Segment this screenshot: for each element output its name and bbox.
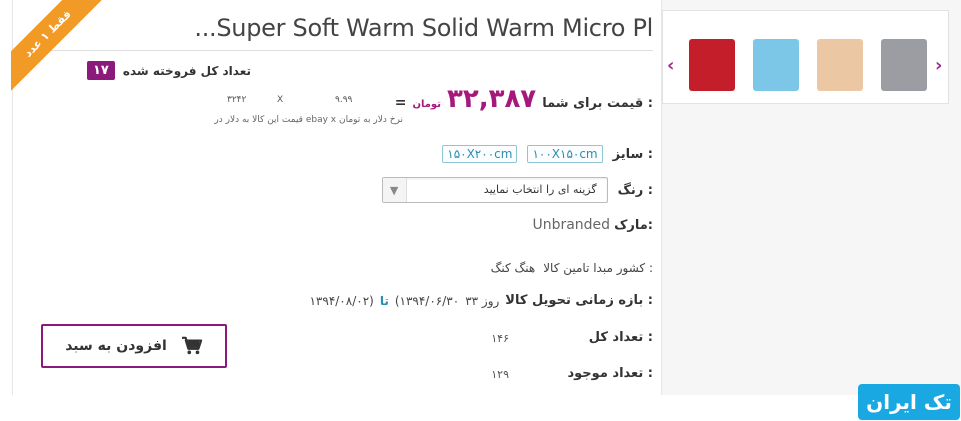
size-option-150x200[interactable]: ۱۵۰X۲۰۰cm (442, 145, 518, 163)
brand-value: Unbranded (532, 217, 611, 233)
price-formula-note: قیمت این کالا به دلار در ebay x نرخ دلار… (214, 115, 403, 125)
thumb-gray[interactable] (881, 39, 927, 91)
size-row: سایز : ۱۰۰X۱۵۰cm ۱۵۰X۲۰۰cm (442, 145, 653, 163)
delivery-row: بازه زمانی تحویل کالا : ۳۳ روز (۱۳۹۴/۰۶/… (309, 293, 653, 308)
origin-row: کشور مبدا تامین کالا : هنگ کنگ (491, 261, 653, 275)
add-to-cart-button[interactable]: افزودن به سبد (41, 324, 227, 368)
site-logo: تک ایران (858, 384, 960, 420)
thumb-beige[interactable] (817, 39, 863, 91)
calc-multiply: X (277, 95, 284, 105)
delivery-label: بازه زمانی تحویل کالا : (505, 293, 653, 308)
price-label: قیمت برای شما : (542, 96, 653, 111)
cart-icon (181, 336, 202, 355)
total-count-label: تعداد کل : (588, 330, 653, 345)
thumb-red[interactable] (689, 39, 735, 91)
stock-count-label: تعداد موجود : (567, 366, 653, 381)
ribbon-label: فقط ۱ عدد (11, 0, 107, 96)
stock-count-value: ۱۲۹ (491, 368, 509, 381)
brand-row: مارک: Unbranded (532, 217, 653, 233)
color-select-value: گزینه ای را انتخاب نمایید (483, 183, 597, 196)
size-label: سایز : (612, 146, 653, 162)
origin-value: هنگ کنگ (490, 261, 536, 275)
calc-rate: ۳۲۴۲ (227, 95, 247, 105)
color-row: رنگ : گزینه ای را انتخاب نمایید ▼ (381, 177, 653, 203)
origin-label: کشور مبدا تامین کالا : (543, 261, 653, 275)
total-count-value: ۱۴۶ (491, 332, 509, 345)
product-info-panel: ...Super Soft Warm Solid Warm Micro Pl ف… (11, 0, 662, 395)
calc-usd: ۹.۹۹ (335, 95, 353, 105)
price-value: ۳۲,۳۸۷ (446, 84, 537, 114)
delivery-to-date: ۱۳۹۴/۰۸/۰۲) (309, 293, 374, 308)
product-title: ...Super Soft Warm Solid Warm Micro Pl (194, 14, 653, 42)
color-label: رنگ : (617, 182, 653, 198)
title-divider (31, 50, 653, 51)
price-unit: تومان (412, 99, 441, 110)
price-equals: = (394, 95, 407, 111)
chevron-down-icon: ▼ (382, 178, 407, 202)
stock-ribbon: فقط ۱ عدد (11, 0, 107, 96)
size-option-100x150[interactable]: ۱۰۰X۱۵۰cm (527, 145, 603, 163)
add-to-cart-label: افزودن به سبد (65, 338, 167, 354)
delivery-to-word: تا (379, 293, 389, 308)
sold-count-badge: ۱۷ (87, 61, 115, 80)
thumb-lightblue[interactable] (753, 39, 799, 91)
gallery-next-arrow[interactable]: › (935, 55, 942, 76)
brand-label: مارک: (614, 217, 653, 233)
delivery-days: ۳۳ روز (465, 293, 500, 308)
delivery-from-date: (۱۳۹۴/۰۶/۳۰ (394, 293, 460, 308)
gallery-column: ‹ › (662, 0, 961, 395)
price-row: قیمت برای شما : ۳۲,۳۸۷ تومان = (395, 84, 653, 114)
page: ...Super Soft Warm Solid Warm Micro Pl ف… (0, 0, 961, 421)
gallery-prev-arrow[interactable]: ‹ (667, 55, 674, 76)
sold-count-label: تعداد کل فروخته شده (122, 63, 252, 78)
image-gallery: ‹ › (662, 10, 949, 104)
sold-count-row: تعداد کل فروخته شده ۱۷ (87, 61, 251, 80)
color-select[interactable]: گزینه ای را انتخاب نمایید ▼ (381, 177, 608, 203)
